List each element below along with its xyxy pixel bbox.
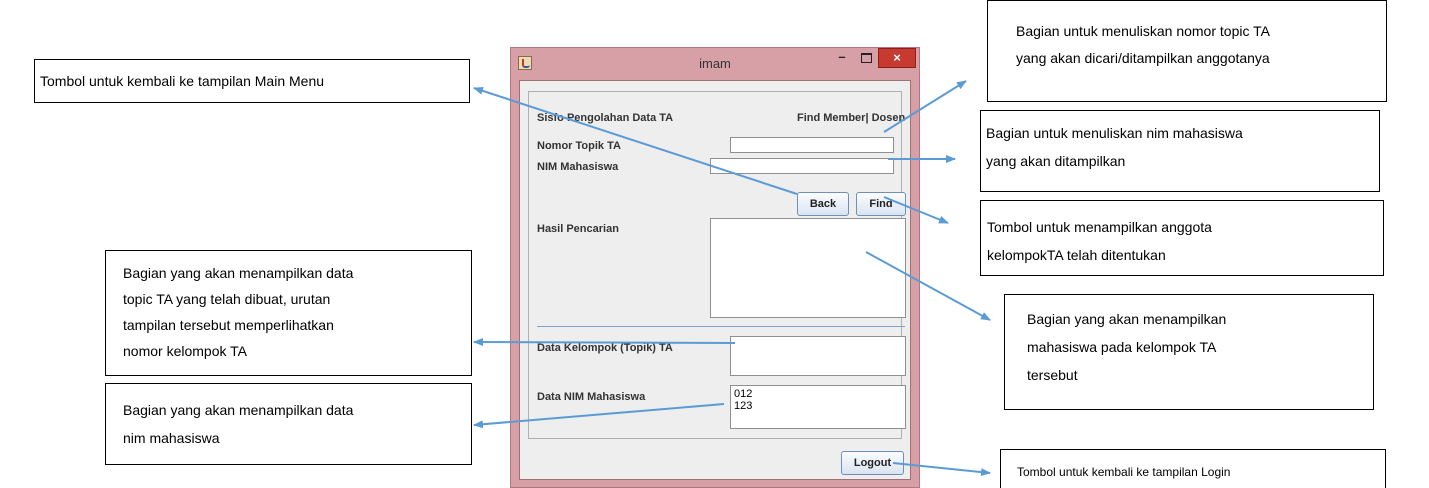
callout-find-text-2: kelompokTA telah ditentukan	[987, 247, 1166, 263]
close-button[interactable]: ×	[878, 48, 916, 68]
callout-topic-input: Bagian untuk menuliskan nomor topic TA y…	[987, 0, 1387, 102]
title-bar[interactable]: imam – ×	[511, 48, 919, 80]
form-client-area: Sisfo Pengolahan Data TA Find Member| Do…	[519, 80, 911, 480]
search-result-area[interactable]	[710, 218, 906, 318]
find-button[interactable]: Find	[856, 192, 906, 216]
page-title: Find Member| Dosen	[797, 112, 906, 124]
callout-topic-text-2: yang akan dicari/ditampilkan anggotanya	[1016, 50, 1270, 66]
nim-data-area[interactable]: 012 123	[730, 385, 906, 429]
form-panel: Sisfo Pengolahan Data TA Find Member| Do…	[528, 91, 906, 439]
app-window: imam – × Sisfo Pengolahan Data TA Find M…	[510, 47, 920, 488]
callout-login: Tombol untuk kembali ke tampilan Login	[1000, 449, 1386, 488]
callout-nimdata-text-2: nim mahasiswa	[123, 430, 220, 446]
callout-main-menu-text: Tombol untuk kembali ke tampilan Main Me…	[40, 73, 325, 89]
callout-result-text-2: mahasiswa pada kelompok TA	[1027, 339, 1217, 355]
maximize-icon	[860, 53, 872, 63]
callout-result-text-1: Bagian yang akan menampilkan	[1027, 311, 1227, 327]
minimize-button[interactable]: –	[831, 48, 853, 68]
callout-login-text: Tombol untuk kembali ke tampilan Login	[1017, 465, 1231, 479]
callout-find-text-1: Tombol untuk menampilkan anggota	[987, 219, 1212, 235]
nim-input[interactable]	[710, 158, 894, 174]
callout-topicdata-text-1: Bagian yang akan menampilkan data	[123, 265, 354, 281]
callout-topic-data: Bagian yang akan menampilkan data topic …	[105, 250, 472, 376]
nim-label: NIM Mahasiswa	[537, 161, 619, 173]
logout-button[interactable]: Logout	[841, 451, 904, 475]
group-data-label: Data Kelompok (Topik) TA	[537, 342, 673, 354]
nim-data-label: Data NIM Mahasiswa	[537, 391, 646, 403]
callout-topicdata-text-3: tampilan tersebut memperlihatkan	[123, 317, 334, 333]
topic-number-label: Nomor Topik TA	[537, 140, 621, 152]
topic-number-input[interactable]	[730, 137, 894, 153]
callout-result-area: Bagian yang akan menampilkan mahasiswa p…	[1004, 294, 1374, 410]
group-data-area[interactable]	[730, 336, 906, 376]
callout-topic-text-1: Bagian untuk menuliskan nomor topic TA	[1016, 23, 1270, 39]
callout-topicdata-text-4: nomor kelompok TA	[123, 343, 247, 359]
callout-nim-text-1: Bagian untuk menuliskan nim mahasiswa	[986, 125, 1243, 141]
callout-topicdata-text-2: topic TA yang telah dibuat, urutan	[123, 291, 331, 307]
callout-nim-text-2: yang akan ditampilkan	[986, 153, 1126, 169]
callout-nimdata-text-1: Bagian yang akan menampilkan data	[123, 402, 354, 418]
callout-nim-input: Bagian untuk menuliskan nim mahasiswa ya…	[980, 110, 1380, 192]
callout-find-button: Tombol untuk menampilkan anggota kelompo…	[980, 200, 1384, 276]
callout-nim-data: Bagian yang akan menampilkan data nim ma…	[105, 383, 472, 465]
section-divider	[537, 326, 905, 327]
maximize-button[interactable]	[855, 48, 877, 68]
back-button[interactable]: Back	[797, 192, 849, 216]
callout-result-text-3: tersebut	[1027, 367, 1078, 383]
search-result-label: Hasil Pencarian	[537, 223, 619, 235]
app-name-label: Sisfo Pengolahan Data TA	[537, 112, 674, 124]
callout-main-menu: Tombol untuk kembali ke tampilan Main Me…	[34, 59, 470, 103]
